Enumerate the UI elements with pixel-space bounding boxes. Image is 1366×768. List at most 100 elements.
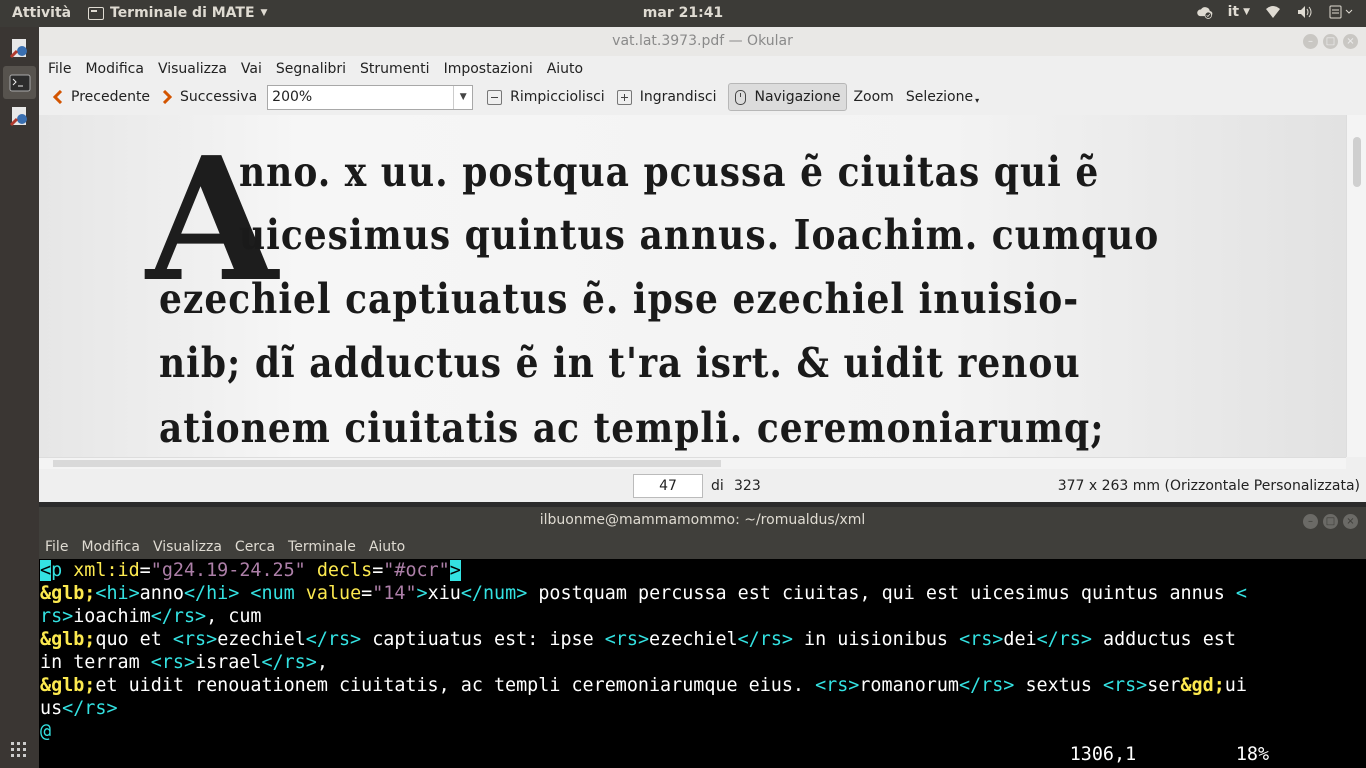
menu-vai[interactable]: Vai — [241, 61, 262, 77]
menu-aiuto[interactable]: Aiuto — [547, 61, 583, 77]
zoom-out-button[interactable]: Rimpicciolisci — [481, 83, 611, 111]
previous-label: Precedente — [71, 89, 151, 105]
manuscript-line: ationem ciuitatis ac templi. ceremoniaru… — [159, 403, 1105, 453]
wifi-icon[interactable] — [1264, 3, 1282, 21]
next-page-button[interactable]: Successiva — [156, 83, 263, 111]
chevron-right-icon — [162, 90, 173, 104]
dock — [0, 27, 39, 768]
dock-item-okular[interactable] — [3, 100, 36, 133]
mouse-icon — [735, 89, 747, 105]
zoom-in-button[interactable]: Ingrandisci — [611, 83, 723, 111]
system-tray: it ▼ — [1196, 3, 1356, 21]
top-panel: Attività Terminale di MATE ▼ mar 21:41 i… — [0, 0, 1366, 27]
chevron-down-icon[interactable]: ▼ — [453, 85, 472, 109]
editor-line: in terram <rs>israel</rs>, — [40, 652, 328, 673]
okular-icon — [9, 106, 27, 126]
okular-toolbar: Precedente Successiva 200% ▼ Rimpiccioli… — [39, 81, 1366, 113]
minimize-button[interactable]: – — [1303, 34, 1318, 49]
editor-line: @ — [40, 721, 51, 742]
dock-item-document-viewer[interactable] — [3, 32, 36, 65]
page-of-label: di — [711, 478, 724, 494]
zoom-value: 200% — [272, 89, 313, 105]
maximize-button[interactable]: □ — [1323, 514, 1338, 529]
selection-tool-button[interactable]: Selezione ▾ — [900, 83, 985, 111]
menu-modifica[interactable]: Modifica — [85, 61, 144, 77]
menu-visualizza[interactable]: Visualizza — [153, 539, 222, 555]
activities-button[interactable]: Attività — [12, 5, 71, 21]
zoom-in-label: Ingrandisci — [639, 89, 717, 105]
dock-item-terminal[interactable] — [3, 66, 36, 99]
previous-page-button[interactable]: Precedente — [47, 83, 156, 111]
zoom-out-icon — [487, 89, 503, 105]
editor-line: <p xml:id="g24.19-24.25" decls="#ocr"> — [40, 560, 461, 581]
manuscript-page: A nno. x uu. postqua pcussa ẽ ciuitas qu… — [39, 115, 1346, 457]
maximize-button[interactable]: □ — [1323, 34, 1338, 49]
close-button[interactable]: × — [1343, 34, 1358, 49]
app-menu-label: Terminale di MATE — [110, 5, 255, 21]
okular-window: vat.lat.3973.pdf — Okular – □ × File Mod… — [39, 27, 1366, 502]
next-label: Successiva — [180, 89, 258, 105]
menu-terminale[interactable]: Terminale — [288, 539, 356, 555]
page-total: 323 — [734, 478, 761, 494]
vertical-scrollbar[interactable] — [1346, 115, 1366, 457]
terminal-icon — [9, 74, 30, 91]
menu-file[interactable]: File — [45, 539, 68, 555]
browse-tool-button[interactable]: Navigazione — [728, 83, 848, 111]
menu-modifica[interactable]: Modifica — [81, 539, 140, 555]
zoom-in-icon — [616, 89, 632, 105]
language-selector[interactable]: it ▼ — [1228, 4, 1250, 20]
window-title: ilbuonme@mammamommo: ~/romualdus/xml — [539, 512, 866, 528]
terminal-menubar: File Modifica Visualizza Cerca Terminale… — [39, 534, 1366, 559]
close-button[interactable]: × — [1343, 514, 1358, 529]
scroll-percent: 18% — [1235, 744, 1270, 765]
terminal-titlebar[interactable]: ilbuonme@mammamommo: ~/romualdus/xml – □… — [39, 507, 1366, 534]
language-label: it — [1227, 4, 1240, 20]
browse-label: Navigazione — [754, 89, 841, 105]
scrollbar-thumb[interactable] — [1353, 137, 1361, 187]
okular-statusbar: 47 di 323 377 x 263 mm (Orizzontale Pers… — [39, 470, 1366, 502]
show-applications-icon[interactable] — [11, 742, 27, 758]
menu-aiuto[interactable]: Aiuto — [369, 539, 405, 555]
vim-statusline: 1306,1 18% — [40, 744, 1269, 765]
manuscript-line: uicesimus quintus annus. Ioachim. cumquo — [239, 210, 1160, 260]
zoom-select[interactable]: 200% ▼ — [267, 84, 474, 110]
editor-line: &glb;et uidit renouationem ciuitatis, ac… — [40, 675, 1247, 696]
horizontal-scrollbar[interactable] — [39, 457, 1346, 469]
menu-segnalibri[interactable]: Segnalibri — [276, 61, 346, 77]
document-view[interactable]: A nno. x uu. postqua pcussa ẽ ciuitas qu… — [39, 115, 1346, 457]
cloud-sync-icon[interactable] — [1196, 3, 1214, 21]
manuscript-line: ezechiel captiuatus ẽ. ipse ezechiel inu… — [159, 274, 1080, 324]
zoom-out-label: Rimpicciolisci — [510, 89, 605, 105]
manuscript-line: nib; dĩ adductus ẽ in t'ra isrt. & uidit… — [159, 338, 1081, 388]
editor-line: &glb;quo et <rs>ezechiel</rs> captiuatus… — [40, 629, 1236, 650]
menu-visualizza[interactable]: Visualizza — [158, 61, 227, 77]
terminal-text-area[interactable]: <p xml:id="g24.19-24.25" decls="#ocr"> &… — [39, 559, 1366, 768]
zoom-tool-label: Zoom — [853, 89, 894, 105]
zoom-tool-button[interactable]: Zoom — [847, 83, 899, 111]
editor-line: us</rs> — [40, 698, 118, 719]
menu-cerca[interactable]: Cerca — [235, 539, 275, 555]
menu-impostazioni[interactable]: Impostazioni — [444, 61, 533, 77]
chevron-down-icon: ▾ — [975, 95, 980, 105]
system-menu-icon[interactable] — [1328, 3, 1356, 21]
okular-titlebar[interactable]: vat.lat.3973.pdf — Okular – □ × — [39, 27, 1366, 56]
menu-strumenti[interactable]: Strumenti — [360, 61, 430, 77]
chevron-down-icon: ▼ — [260, 8, 268, 18]
page-size-label: 377 x 263 mm (Orizzontale Personalizzata… — [1057, 478, 1360, 494]
volume-icon[interactable] — [1296, 3, 1314, 21]
vim-continuation-marker: @ — [40, 721, 52, 742]
clock[interactable]: mar 21:41 — [643, 5, 723, 21]
editor-line: rs>ioachim</rs>, cum — [40, 606, 262, 627]
scrollbar-thumb[interactable] — [53, 460, 721, 467]
terminal-window: ilbuonme@mammamommo: ~/romualdus/xml – □… — [39, 507, 1366, 768]
minimize-button[interactable]: – — [1303, 514, 1318, 529]
terminal-icon — [88, 6, 104, 20]
menu-file[interactable]: File — [48, 61, 71, 77]
page-number-input[interactable]: 47 — [633, 474, 703, 498]
document-icon — [9, 38, 27, 58]
app-menu[interactable]: Terminale di MATE ▼ — [88, 5, 267, 21]
okular-menubar: File Modifica Visualizza Vai Segnalibri … — [39, 56, 1366, 81]
chevron-down-icon: ▼ — [1243, 7, 1250, 17]
chevron-left-icon — [53, 90, 63, 104]
manuscript-line: nno. x uu. postqua pcussa ẽ ciuitas qui … — [239, 147, 1100, 197]
